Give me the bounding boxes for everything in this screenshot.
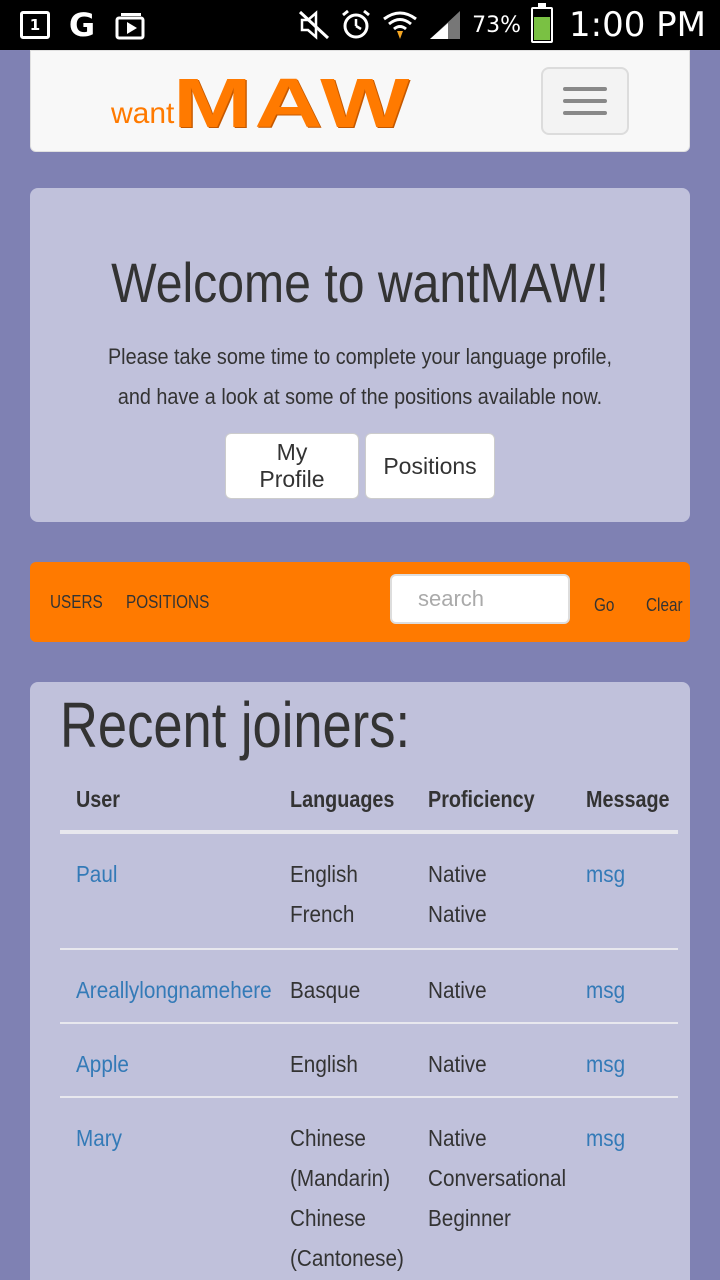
table-row: Mary Chinese (Mandarin) Chinese (Cantone… (60, 1098, 678, 1280)
status-bar: 1 G 73% 1:00 PM (0, 0, 720, 50)
battery-percent: 73% (472, 12, 521, 38)
header-proficiency: Proficiency (428, 786, 535, 812)
language-item: Chinese (290, 1125, 366, 1151)
search-input[interactable] (390, 574, 570, 624)
signal-icon (428, 9, 462, 41)
hamburger-menu-button[interactable] (541, 67, 629, 135)
proficiency-item: Native (428, 1051, 487, 1077)
message-link[interactable]: msg (586, 1118, 625, 1158)
language-item: English (290, 1051, 358, 1077)
clock: 1:00 PM (569, 5, 706, 45)
battery-icon (531, 3, 553, 43)
table-row: Apple English Native msg (60, 1024, 678, 1098)
proficiency-item: Native (428, 861, 487, 887)
nav-users-link[interactable]: USERS (50, 592, 103, 613)
section-nav: USERS POSITIONS Go Clear (30, 562, 690, 642)
language-item: Basque (290, 977, 361, 1003)
recent-joiners-panel: Recent joiners: User Languages Proficien… (30, 682, 690, 1280)
alarm-icon (340, 9, 372, 41)
proficiency-cell: Native Conversational Beginner (428, 1118, 566, 1238)
message-link[interactable]: msg (586, 1044, 625, 1084)
proficiency-cell: Native (428, 970, 487, 1010)
logo-want-text: want (111, 97, 175, 130)
welcome-text: Please take some time to complete your l… (107, 344, 613, 409)
proficiency-item: Native (428, 977, 487, 1003)
welcome-buttons: My Profile Positions (30, 433, 690, 499)
play-icon (114, 10, 148, 40)
user-link[interactable]: Mary (76, 1118, 122, 1158)
table-row: Paul English French Native Native msg (60, 834, 678, 950)
header-message: Message (586, 786, 670, 812)
languages-cell: Chinese (Mandarin) Chinese (Cantonese) (290, 1118, 404, 1278)
mute-icon (298, 10, 330, 40)
language-item: (Mandarin) (290, 1165, 391, 1191)
hamburger-icon-bar (563, 87, 607, 91)
user-link[interactable]: Paul (76, 854, 117, 894)
proficiency-item: Beginner (428, 1205, 511, 1231)
wantmaw-logo[interactable]: want MAW (111, 64, 431, 142)
my-profile-button[interactable]: My Profile (225, 433, 359, 499)
language-item: (Cantonese) (290, 1245, 404, 1271)
header-languages: Languages (290, 786, 395, 812)
languages-cell: English (290, 1044, 358, 1084)
header-user: User (76, 786, 120, 812)
language-item: English (290, 861, 358, 887)
recent-joiners-title: Recent joiners: (60, 689, 411, 761)
positions-button[interactable]: Positions (365, 433, 495, 499)
proficiency-item: Conversational (428, 1165, 567, 1191)
table-row: Areallylongnamehere Basque Native msg (60, 950, 678, 1024)
message-link[interactable]: msg (586, 970, 625, 1010)
proficiency-item: Native (428, 901, 487, 927)
proficiency-item: Native (428, 1125, 487, 1151)
logo-maw-text: MAW (173, 64, 413, 142)
user-link[interactable]: Apple (76, 1044, 129, 1084)
search-clear-button[interactable]: Clear (646, 595, 683, 616)
table-header: User Languages Proficiency Message (60, 774, 678, 834)
language-item: Chinese (290, 1205, 366, 1231)
languages-cell: Basque (290, 970, 360, 1010)
proficiency-cell: Native Native (428, 854, 487, 934)
google-icon: G (68, 6, 96, 44)
nav-positions-link[interactable]: POSITIONS (126, 592, 209, 613)
languages-cell: English French (290, 854, 358, 934)
user-link[interactable]: Areallylongnamehere (76, 970, 272, 1010)
search-go-button[interactable]: Go (594, 595, 614, 616)
hamburger-icon-bar (563, 99, 607, 103)
message-link[interactable]: msg (586, 854, 625, 894)
welcome-panel: Welcome to wantMAW! Please take some tim… (30, 188, 690, 522)
hamburger-icon-bar (563, 111, 607, 115)
proficiency-cell: Native (428, 1044, 487, 1084)
welcome-title: Welcome to wantMAW! (111, 251, 609, 314)
top-navbar: want MAW (30, 50, 690, 152)
language-item: French (290, 901, 355, 927)
calendar-icon: 1 (20, 11, 50, 39)
wifi-icon (382, 9, 418, 41)
joiners-table: User Languages Proficiency Message Paul … (60, 774, 678, 1280)
